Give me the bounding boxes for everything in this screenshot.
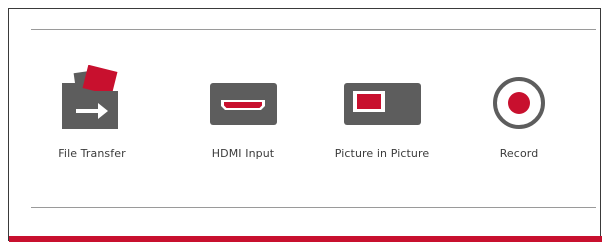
file-transfer-icon [62, 65, 118, 129]
record-icon [493, 77, 545, 129]
hdmi-input-icon [210, 83, 277, 125]
record-label: Record [499, 147, 539, 160]
file-transfer-button[interactable]: File Transfer [22, 65, 162, 160]
picture-in-picture-button[interactable]: Picture in Picture [312, 65, 452, 160]
feature-panel: File Transfer HDMI Input Picture in Pict… [8, 8, 602, 242]
hdmi-input-button[interactable]: HDMI Input [173, 65, 313, 160]
accent-bar [9, 236, 602, 242]
picture-in-picture-label: Picture in Picture [334, 147, 430, 160]
bottom-divider [31, 207, 596, 208]
picture-in-picture-icon [344, 83, 421, 125]
record-button[interactable]: Record [449, 65, 589, 160]
file-transfer-label: File Transfer [58, 147, 126, 160]
top-divider [31, 29, 596, 30]
hdmi-input-label: HDMI Input [211, 147, 275, 160]
